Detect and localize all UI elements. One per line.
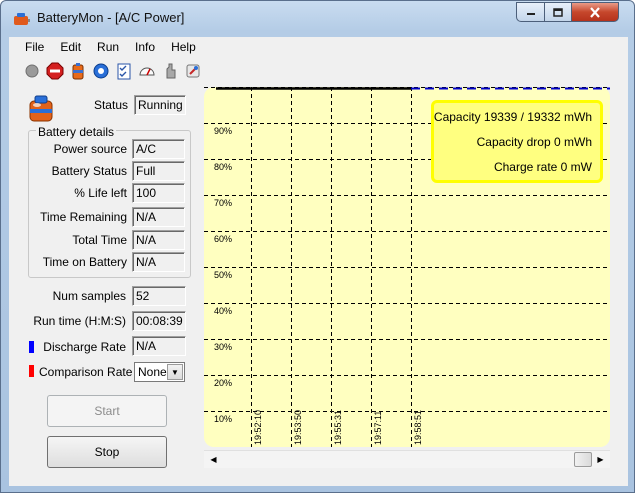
battery-logo-icon	[29, 95, 53, 122]
y-tick-label: 60%	[214, 234, 232, 244]
minimize-button[interactable]	[516, 2, 544, 22]
stop-button-main[interactable]: Stop	[47, 436, 167, 468]
x-tick-label: 19:55:31	[333, 410, 343, 445]
y-tick-label: 10%	[214, 414, 232, 424]
gauge-icon	[139, 67, 155, 76]
record-button[interactable]	[21, 60, 43, 82]
close-icon	[590, 6, 600, 18]
run-time-value: 00:08:39	[132, 311, 186, 331]
record-icon	[25, 64, 39, 78]
maximize-button[interactable]	[544, 2, 571, 22]
num-samples-label: Num samples	[52, 289, 126, 303]
scrollbar-thumb[interactable]	[574, 452, 592, 467]
comparison-rate-swatch	[29, 365, 34, 377]
battery-chart: 90% 80% 70% 60% 50% 40% 30% 20% 10% 19:52:10 19:53…	[204, 87, 610, 447]
menu-edit[interactable]: Edit	[52, 37, 89, 57]
x-tick-label: 19:57:11	[373, 411, 383, 445]
close-button[interactable]	[571, 2, 619, 22]
chart-horizontal-scrollbar[interactable]: ◀ ▶	[204, 450, 610, 468]
start-button[interactable]: Start	[47, 395, 167, 427]
time-on-battery-value: N/A	[132, 252, 185, 272]
gauge-button[interactable]	[136, 60, 158, 82]
y-tick-label: 80%	[214, 162, 232, 172]
client-area: File Edit Run Info Help Status Running B…	[9, 37, 628, 486]
tools-button[interactable]	[182, 60, 204, 82]
menu-run[interactable]: Run	[89, 37, 127, 57]
num-samples-value: 52	[132, 286, 186, 306]
y-tick-label: 50%	[214, 270, 232, 280]
tools-icon	[186, 64, 200, 78]
menu-file[interactable]: File	[9, 37, 52, 57]
run-time-label: Run time (H:M:S)	[33, 314, 126, 328]
comparison-rate-selected: None	[138, 365, 167, 379]
chevron-down-icon[interactable]: ▼	[167, 364, 183, 380]
total-time-label: Total Time	[72, 233, 127, 247]
maximize-icon	[553, 7, 563, 17]
time-remaining-value: N/A	[132, 207, 185, 227]
title-bar[interactable]: BatteryMon - [A/C Power]	[1, 1, 634, 35]
x-tick-label: 19:58:51	[413, 410, 423, 445]
battery-icon	[72, 63, 84, 80]
power-source-value: A/C	[132, 139, 185, 159]
total-time-value: N/A	[132, 230, 185, 250]
legend-charge-rate: Charge rate 0 mW	[493, 160, 592, 174]
life-left-label: % Life left	[74, 186, 127, 200]
life-left-value: 100	[132, 183, 185, 203]
time-remaining-label: Time Remaining	[40, 210, 127, 224]
toolbar	[21, 60, 204, 84]
status-label: Status	[93, 98, 128, 112]
legend-capacity-drop: Capacity drop 0 mWh	[476, 135, 592, 149]
batterymon-app-icon	[14, 13, 30, 25]
x-tick-label: 19:52:10	[253, 410, 263, 445]
y-tick-label: 90%	[214, 126, 232, 136]
minimize-icon	[526, 13, 535, 15]
settings-button[interactable]	[90, 60, 112, 82]
menu-info[interactable]: Info	[127, 37, 163, 57]
status-value: Running	[134, 95, 186, 115]
checklist-icon	[117, 63, 131, 80]
checklist-button[interactable]	[113, 60, 135, 82]
comparison-rate-label: Comparison Rate	[39, 365, 133, 379]
window-frame: BatteryMon - [A/C Power] File Edit Run I…	[0, 0, 635, 493]
discharge-rate-value: N/A	[132, 336, 186, 356]
hand-button[interactable]	[159, 60, 181, 82]
y-tick-label: 20%	[214, 378, 232, 388]
chart-legend: Capacity 19339 / 19332 mWh Capacity drop…	[431, 100, 603, 183]
stop-icon	[46, 62, 64, 80]
comparison-rate-select[interactable]: None ▼	[134, 362, 185, 382]
y-tick-label: 70%	[214, 198, 232, 208]
power-source-label: Power source	[53, 142, 127, 156]
y-tick-label: 30%	[214, 342, 232, 352]
settings-icon	[93, 63, 109, 79]
discharge-rate-label: Discharge Rate	[43, 340, 126, 354]
hand-icon	[166, 63, 176, 79]
battery-details-title: Battery details	[36, 125, 117, 139]
battery-status-label: Battery Status	[51, 164, 127, 178]
time-on-battery-label: Time on Battery	[42, 255, 127, 269]
window-title: BatteryMon - [A/C Power]	[37, 10, 185, 25]
scroll-left-icon[interactable]: ◀	[205, 451, 222, 468]
scroll-right-icon[interactable]: ▶	[592, 451, 609, 468]
discharge-rate-swatch	[29, 341, 34, 353]
menu-help[interactable]: Help	[163, 37, 204, 57]
legend-capacity: Capacity 19339 / 19332 mWh	[433, 110, 592, 124]
menu-bar: File Edit Run Info Help	[9, 37, 628, 57]
x-tick-label: 19:53:50	[293, 410, 303, 445]
stop-button[interactable]	[44, 60, 66, 82]
battery-button[interactable]	[67, 60, 89, 82]
battery-status-value: Full	[132, 161, 185, 181]
y-tick-label: 40%	[214, 306, 232, 316]
